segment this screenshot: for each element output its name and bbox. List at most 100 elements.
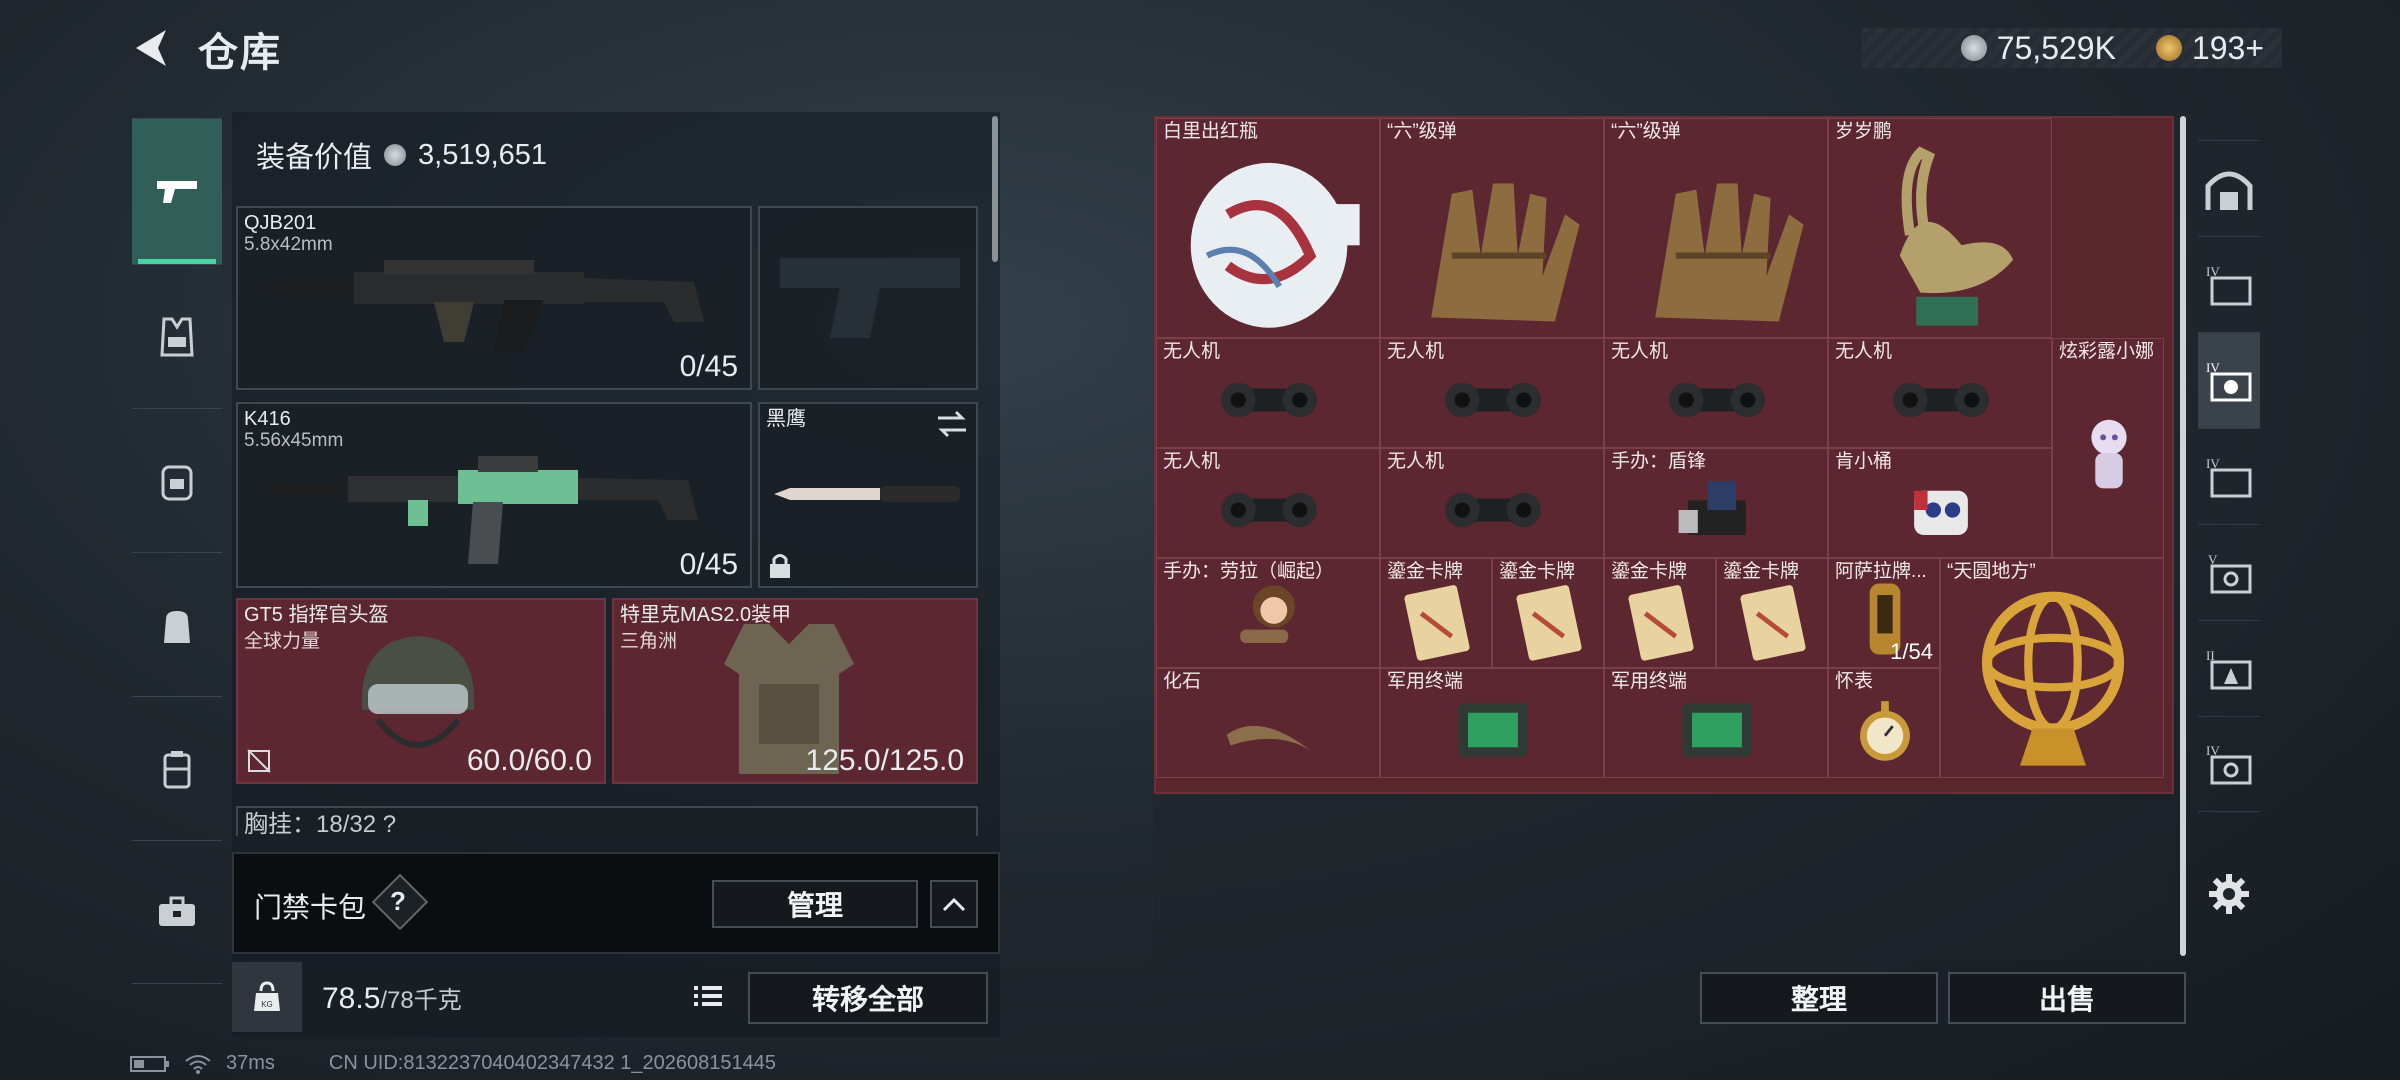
stash-item-label: 鎏金卡牌 <box>1387 561 1464 582</box>
stash-item[interactable]: 军用终端 <box>1380 668 1604 778</box>
chest-rig-slot[interactable]: 胸挂：18/32 ? <box>236 806 978 836</box>
sell-button[interactable]: 出售 <box>1948 972 2186 1024</box>
stash-item[interactable]: “六”级弹 <box>1380 118 1604 338</box>
tab-all[interactable] <box>2198 140 2260 236</box>
transfer-all-button[interactable]: 转移全部 <box>748 972 988 1024</box>
stash-item[interactable]: 鎏金卡牌 <box>1492 558 1604 668</box>
no-repair-icon <box>247 749 271 773</box>
sort-button[interactable]: 整理 <box>1700 972 1938 1024</box>
stash-item-label: 手办：盾锋 <box>1611 451 1707 472</box>
equipment-value-amount: 3,519,651 <box>418 138 548 171</box>
stash-item[interactable]: 鎏金卡牌 <box>1604 558 1716 668</box>
list-view-button[interactable] <box>684 970 732 1022</box>
weight-bar: KG 78.5/78千克 转移全部 <box>232 962 1000 1032</box>
stash-item[interactable]: 无人机 <box>1156 448 1380 558</box>
nav-toolbox[interactable] <box>132 840 222 984</box>
equipment-value-label: 装备价值 <box>256 142 373 174</box>
toolbox-icon <box>159 896 195 926</box>
stash-item-label: “六”级弹 <box>1611 121 1681 142</box>
stash-item-label: “天圆地方” <box>1947 561 2036 582</box>
stash-item[interactable]: 化石 <box>1156 668 1380 778</box>
nav-vest[interactable] <box>132 264 222 408</box>
manage-button[interactable]: 管理 <box>712 880 918 928</box>
weight-current: 78.5 <box>322 982 381 1015</box>
secondary-weapon-slot[interactable]: K416 5.56x45mm 0/45 <box>236 402 752 588</box>
primary-weapon-slot[interactable]: QJB201 5.8x42mm 0/45 <box>236 206 752 390</box>
stash-item[interactable]: 军用终端 <box>1604 668 1828 778</box>
stash-scrollbar[interactable] <box>2180 116 2186 956</box>
settings-button[interactable] <box>2198 846 2260 942</box>
stash-item-label: 鎏金卡牌 <box>1611 561 1688 582</box>
stash-item-label: 无人机 <box>1387 451 1445 472</box>
armor-slot[interactable]: 特里克MAS2.0装甲 三角洲 125.0/125.0 <box>612 598 978 784</box>
warehouse-icon <box>2205 171 2253 210</box>
sidearm-slot[interactable] <box>758 206 978 390</box>
stash-empty-area <box>1154 796 2174 961</box>
stash-item[interactable]: 阿萨拉牌... 1/54 <box>1828 558 1940 668</box>
helmet-durability: 60.0/60.0 <box>466 744 592 777</box>
stash-item[interactable]: “天圆地方” <box>1940 558 2164 778</box>
stash-item[interactable]: 肯小桶 <box>1828 448 2052 558</box>
stash-item-label: 岁岁鹏 <box>1835 121 1893 142</box>
list-icon <box>694 986 722 1006</box>
weight-readout: 78.5/78千克 <box>322 980 462 1016</box>
stash-item[interactable]: 无人机 <box>1380 448 1604 558</box>
stash-item[interactable]: 手办：劳拉（崛起） <box>1156 558 1380 668</box>
stash-item[interactable]: 鎏金卡牌 <box>1716 558 1828 668</box>
stash-item[interactable]: 无人机 <box>1604 338 1828 448</box>
stash-item[interactable]: “六”级弹 <box>1604 118 1828 338</box>
nav-weapons[interactable] <box>132 118 222 264</box>
melee-slot[interactable]: 黑鹰 <box>758 402 978 588</box>
figure-icon <box>1678 481 1746 535</box>
stash-item[interactable]: 炫彩露小娜 <box>2052 338 2164 558</box>
drone-motor-icon <box>1445 382 1541 418</box>
card-icon <box>1516 585 1582 661</box>
stash-item[interactable]: 白里出红瓶 <box>1156 118 1380 338</box>
weapon-name: QJB201 <box>244 212 317 234</box>
stash-item[interactable]: 手办：盾锋 <box>1604 448 1828 558</box>
rifle-icon <box>264 260 704 352</box>
rifle-icon <box>268 456 698 564</box>
pistol-icon <box>157 180 197 203</box>
armor-sub: 三角洲 <box>620 631 678 652</box>
page-title: 仓库 <box>198 31 282 75</box>
stash-item[interactable]: 鎏金卡牌 <box>1380 558 1492 668</box>
storage-ii-icon: II <box>2206 648 2252 689</box>
stash-item[interactable]: 无人机 <box>1828 338 2052 448</box>
tab-ext-iv-active[interactable]: IV <box>2198 332 2260 428</box>
collapse-button[interactable] <box>930 880 978 928</box>
stash-item-label: 无人机 <box>1835 341 1893 362</box>
nav-bag[interactable] <box>132 552 222 696</box>
stash-item[interactable]: 无人机 <box>1380 338 1604 448</box>
tab-ext-iv-2[interactable]: IV <box>2198 428 2260 524</box>
tab-ext-v[interactable]: V <box>2198 524 2260 620</box>
tab-ext-iv-1[interactable]: IV <box>2198 236 2260 332</box>
equipment-scrollbar[interactable] <box>992 116 998 262</box>
swap-icon[interactable] <box>936 410 968 438</box>
weapon-ammo: 0/45 <box>679 548 738 581</box>
helmet-slot[interactable]: GT5 指挥官头盔 全球力量 60.0/60.0 <box>236 598 606 784</box>
drone-motor-icon <box>1893 382 1989 418</box>
access-card-bag: 门禁卡包 ? 管理 <box>232 852 1000 954</box>
stash-item[interactable]: 怀表 <box>1828 668 1940 778</box>
gold-coin-icon <box>2155 35 2182 61</box>
nav-case[interactable] <box>132 696 222 840</box>
stash-item-label: 肯小桶 <box>1835 451 1893 472</box>
storage-iv-icon: IV <box>2206 743 2252 785</box>
stash-item[interactable]: 无人机 <box>1156 338 1380 448</box>
tab-ext-iv-3[interactable]: IV <box>2198 716 2260 812</box>
terminal-icon <box>1458 703 1528 757</box>
tab-ext-ii[interactable]: II <box>2198 620 2260 716</box>
bird-statue-icon <box>1899 146 2014 326</box>
stash-item[interactable]: 岁岁鹏 <box>1828 118 2052 338</box>
armor-durability: 125.0/125.0 <box>805 744 964 777</box>
left-category-nav <box>132 108 222 1008</box>
weapon-name: K416 <box>244 408 291 430</box>
stash-item-label: 阿萨拉牌... <box>1835 561 1927 582</box>
currency-bar: 75,529K 193+ <box>1862 28 2282 68</box>
back-button[interactable] <box>128 22 180 74</box>
nav-backpack[interactable] <box>132 408 222 552</box>
stash-item-label: 化石 <box>1163 671 1202 692</box>
equipment-value: 装备价值 3,519,651 <box>256 134 547 176</box>
stash-item-label: 怀表 <box>1835 671 1874 692</box>
